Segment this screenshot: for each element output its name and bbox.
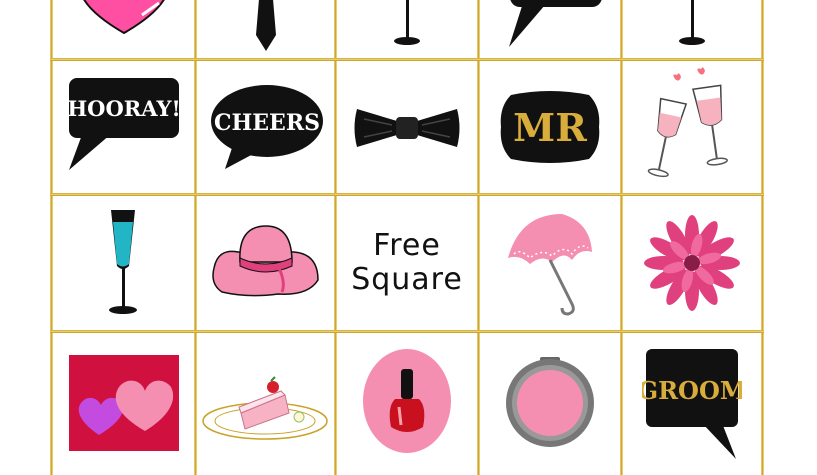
free-square-line2: Square [351,262,463,297]
necktie-icon [255,0,276,51]
cell-cheers[interactable]: CHEERS [197,61,334,193]
nail-polish-icon [363,349,451,453]
cell-speech-bubble[interactable] [480,0,620,58]
speech-bubble-icon [509,0,602,47]
cell-nail-polish[interactable] [337,333,477,475]
cell-flower[interactable] [623,196,761,330]
free-square-line1: Free [373,228,441,263]
cell-champagne-toast[interactable] [623,61,761,193]
glass-icon [394,0,420,45]
cell-hooray[interactable]: HOORAY! [53,61,194,193]
cell-cake-slice[interactable] [197,333,334,475]
cell-heart[interactable] [53,0,194,58]
hooray-label: HOORAY! [67,96,180,121]
cell-necktie[interactable] [197,0,334,58]
heart-icon [82,0,165,35]
compact-mirror-icon [506,357,594,447]
free-square-label: Free Square [351,229,463,297]
cheers-label: CHEERS [214,110,320,136]
cake-slice-icon [201,376,328,440]
cell-bow-tie[interactable] [337,61,477,193]
bow-tie-icon [354,109,460,147]
champagne-toast-icon [647,67,728,178]
mr-sign-icon: MR [500,91,600,163]
groom-bubble-icon: GROOM [642,349,742,459]
umbrella-icon [508,214,592,316]
cell-free-square[interactable]: Free Square [337,196,477,330]
champagne-flute-icon [108,210,137,314]
cell-umbrella[interactable] [480,196,620,330]
cell-mr[interactable]: MR [480,61,620,193]
flower-icon [644,215,740,311]
groom-label: GROOM [642,376,742,405]
hooray-bubble-icon: HOORAY! [67,78,181,170]
bingo-board: HOORAY! CHEERS MR Free Square GROOM [50,0,764,475]
hearts-card-icon [68,355,179,451]
sun-hat-icon [212,225,319,297]
cell-glass-2[interactable] [623,0,761,58]
mr-label: MR [513,105,587,150]
cell-glass-1[interactable] [337,0,477,58]
cell-sun-hat[interactable] [197,196,334,330]
grid-line [761,0,764,475]
glass-icon [679,0,705,45]
cell-champagne-flute[interactable] [53,196,194,330]
cell-groom[interactable]: GROOM [623,333,761,475]
cell-hearts-card[interactable] [53,333,194,475]
cell-compact-mirror[interactable] [480,333,620,475]
cheers-bubble-icon: CHEERS [211,85,323,169]
